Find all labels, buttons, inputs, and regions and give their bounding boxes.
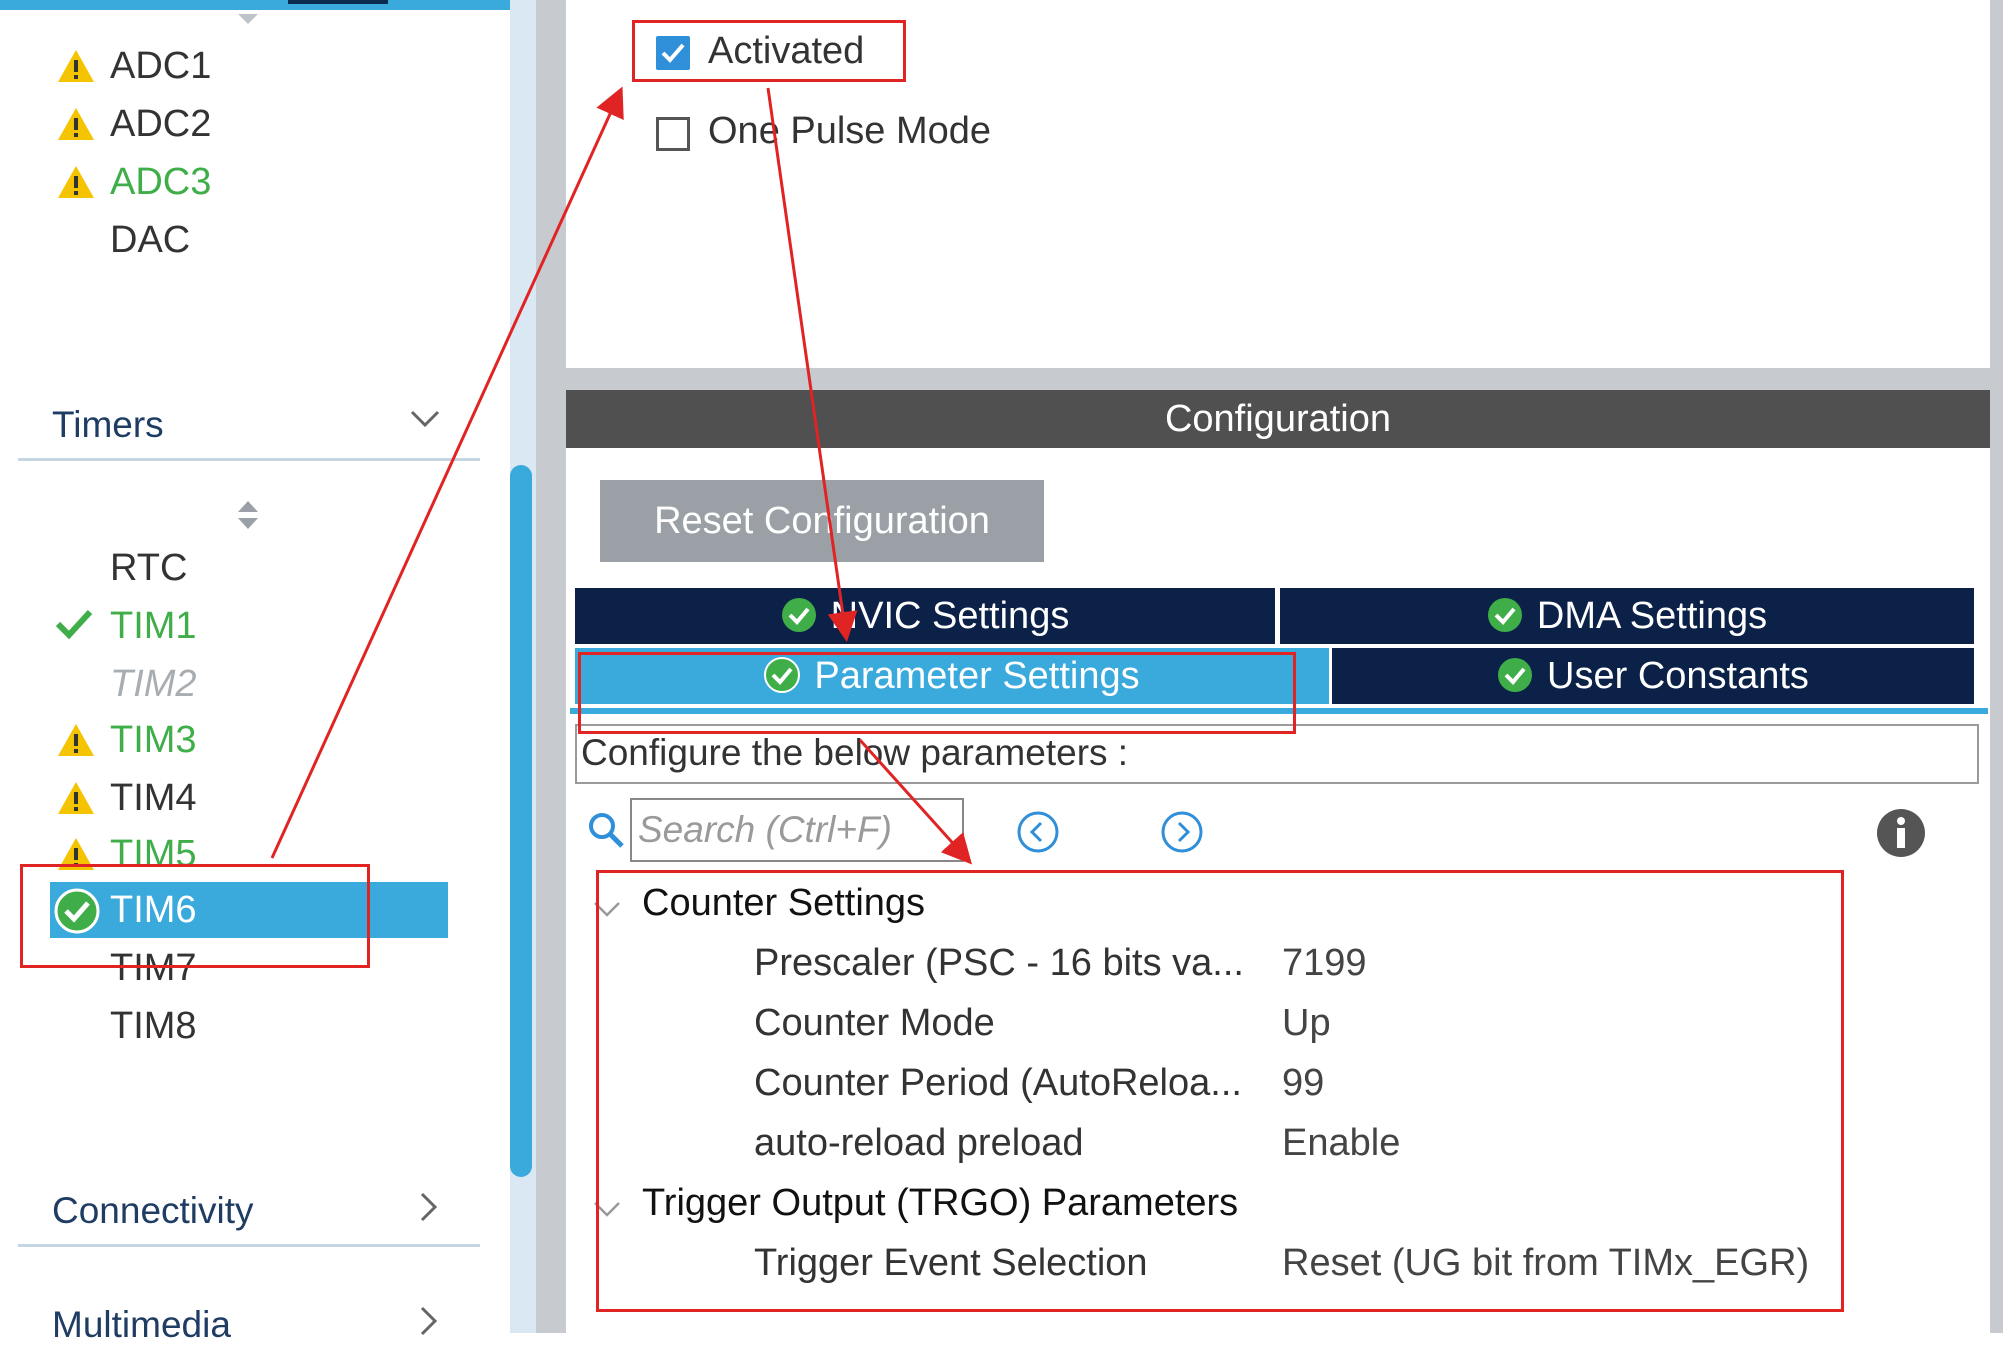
sidebar-item-adc2[interactable]: ADC2 (110, 100, 211, 148)
sort-arrows-icon[interactable] (236, 498, 260, 532)
previous-match-icon[interactable] (1016, 810, 1060, 854)
sidebar-item-tim4[interactable]: TIM4 (110, 774, 197, 822)
annotation-box-parameter-tab (578, 652, 1296, 734)
section-title-multimedia[interactable]: Multimedia (52, 1304, 231, 1346)
sidebar-item-tim8[interactable]: TIM8 (110, 1002, 197, 1050)
check-circle-icon (1498, 657, 1533, 692)
tab-nvic-label: NVIC Settings (830, 595, 1070, 637)
sidebar-item-adc3[interactable]: ADC3 (110, 158, 211, 206)
check-circle-icon (781, 597, 816, 632)
info-icon[interactable] (1876, 808, 1926, 858)
right-border (1990, 0, 2003, 1333)
warning-icon (58, 166, 94, 198)
tab-dma-label: DMA Settings (1536, 595, 1768, 637)
section-title-connectivity[interactable]: Connectivity (52, 1190, 254, 1232)
tab-user-constants-label: User Constants (1547, 655, 1809, 697)
sidebar-item-rtc[interactable]: RTC (110, 544, 187, 592)
warning-icon (58, 50, 94, 82)
annotation-box-tim6 (20, 864, 370, 968)
sidebar-item-dac[interactable]: DAC (110, 216, 190, 264)
panel-splitter-horizontal[interactable] (566, 368, 1990, 390)
sidebar-item-tim2[interactable]: TIM2 (110, 660, 197, 708)
configuration-header: Configuration (566, 390, 1990, 448)
warning-icon (58, 782, 94, 814)
section-title-timers[interactable]: Timers (52, 404, 164, 446)
chevron-right-icon[interactable] (412, 1190, 446, 1224)
annotation-box-parameters (596, 870, 1844, 1312)
tab-nvic-settings[interactable]: NVIC Settings (575, 588, 1275, 644)
annotation-box-activated (632, 20, 906, 82)
one-pulse-mode-label[interactable]: One Pulse Mode (708, 110, 991, 153)
one-pulse-mode-checkbox[interactable] (656, 117, 690, 151)
warning-icon (58, 108, 94, 140)
panel-splitter[interactable] (536, 0, 566, 1333)
search-input[interactable] (630, 798, 964, 862)
sidebar-item-adc1[interactable]: ADC1 (110, 42, 211, 90)
warning-icon (58, 724, 94, 756)
sidebar-item-tim1[interactable]: TIM1 (110, 602, 197, 650)
next-match-icon[interactable] (1160, 810, 1204, 854)
search-icon[interactable] (586, 810, 626, 850)
sidebar-top-bar-segment (288, 0, 388, 4)
check-circle-icon (1487, 597, 1522, 632)
sidebar-item-tim3[interactable]: TIM3 (110, 716, 197, 764)
section-divider (18, 1244, 480, 1247)
tab-user-constants[interactable]: User Constants (1332, 648, 1974, 704)
sidebar-top-bar (0, 0, 538, 10)
tab-dma-settings[interactable]: DMA Settings (1280, 588, 1974, 644)
section-divider (18, 458, 480, 461)
chevron-down-icon[interactable] (408, 402, 442, 436)
checkmark-icon (55, 609, 93, 640)
sidebar-scrollbar-thumb[interactable] (510, 465, 532, 1177)
scroll-up-arrow-icon[interactable] (236, 12, 260, 28)
reset-configuration-button[interactable]: Reset Configuration (600, 480, 1044, 562)
